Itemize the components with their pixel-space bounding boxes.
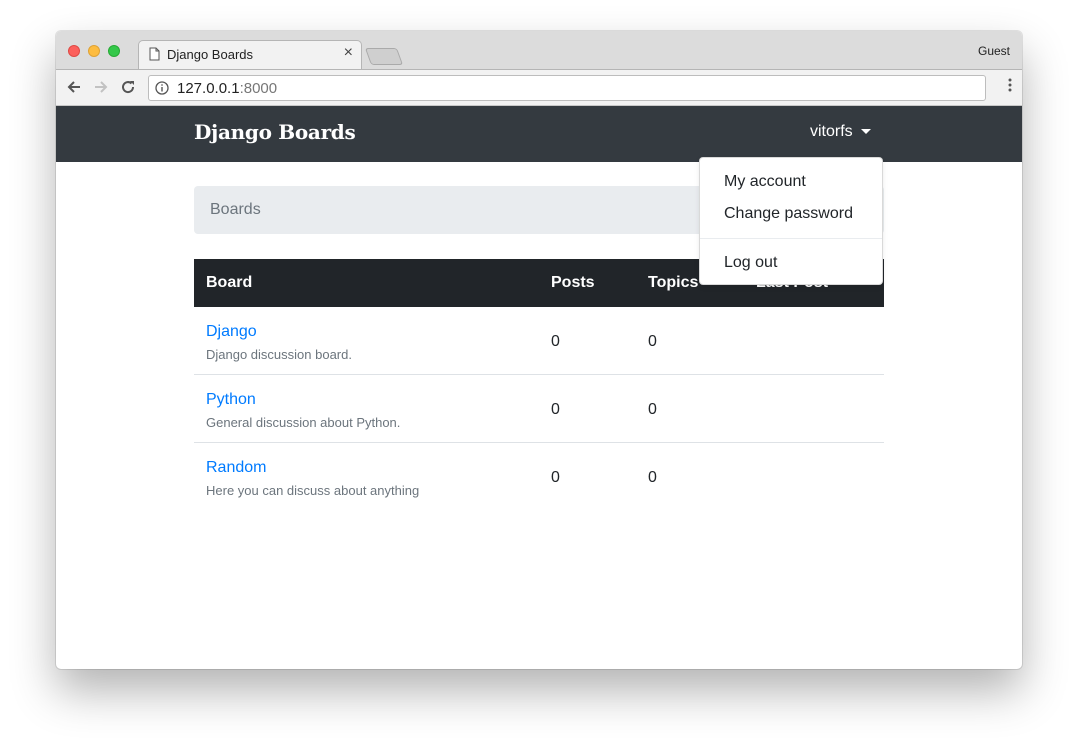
profile-label[interactable]: Guest [978,44,1010,58]
tab-close-icon[interactable]: × [344,44,353,62]
breadcrumb-current: Boards [210,201,261,218]
board-link[interactable]: Random [206,459,266,477]
menu-divider [700,238,882,239]
table-row: Django Django discussion board. 0 0 [194,307,884,375]
header-posts: Posts [551,274,595,291]
site-navbar: Django Boards vitorfs [56,106,1022,162]
board-description: Here you can discuss about anything [206,483,420,498]
board-description: Django discussion board. [206,347,352,362]
boards-table: Board Posts Topics Last Post Django Djan… [194,259,884,511]
url-host: 127.0.0.1 [177,80,240,97]
table-row: Python General discussion about Python. … [194,375,884,443]
close-window-button[interactable] [68,45,80,57]
caret-down-icon [860,129,871,135]
posts-count: 0 [551,469,560,486]
header-topics: Topics [648,274,699,291]
board-link[interactable]: Django [206,323,257,341]
menu-item-change-password[interactable]: Change password [724,205,853,223]
forward-arrow-icon[interactable] [93,79,109,100]
menu-item-log-out[interactable]: Log out [724,254,777,272]
browser-tab[interactable]: Django Boards × [138,40,362,69]
header-board: Board [206,274,253,291]
table-row: Random Here you can discuss about anythi… [194,443,884,511]
username-label: vitorfs [810,123,853,140]
more-vert-icon[interactable] [1008,78,1012,97]
posts-count: 0 [551,333,560,350]
posts-count: 0 [551,401,560,418]
reload-icon[interactable] [120,79,136,100]
minimize-window-button[interactable] [88,45,100,57]
tab-bar: Django Boards × Guest [56,31,1022,69]
info-icon[interactable] [155,81,169,100]
board-description: General discussion about Python. [206,415,401,430]
board-link[interactable]: Python [206,391,256,409]
tab-title: Django Boards [167,47,253,62]
address-bar[interactable]: 127.0.0.1:8000 [148,75,986,101]
user-menu-toggle[interactable]: vitorfs [810,123,871,141]
back-arrow-icon[interactable] [66,79,82,100]
browser-toolbar: 127.0.0.1:8000 [56,69,1022,106]
document-icon [149,47,160,66]
user-dropdown-menu: My account Change password Log out [699,157,883,285]
url-port: :8000 [239,80,278,97]
browser-window: Django Boards × Guest 127.0.0.1:8000 Dja… [56,31,1022,669]
topics-count: 0 [648,333,657,350]
menu-item-my-account[interactable]: My account [724,173,806,191]
url-text: 127.0.0.1:8000 [177,80,277,97]
topics-count: 0 [648,401,657,418]
topics-count: 0 [648,469,657,486]
maximize-window-button[interactable] [108,45,120,57]
brand-link[interactable]: Django Boards [194,120,356,144]
new-tab-button[interactable] [364,48,404,65]
